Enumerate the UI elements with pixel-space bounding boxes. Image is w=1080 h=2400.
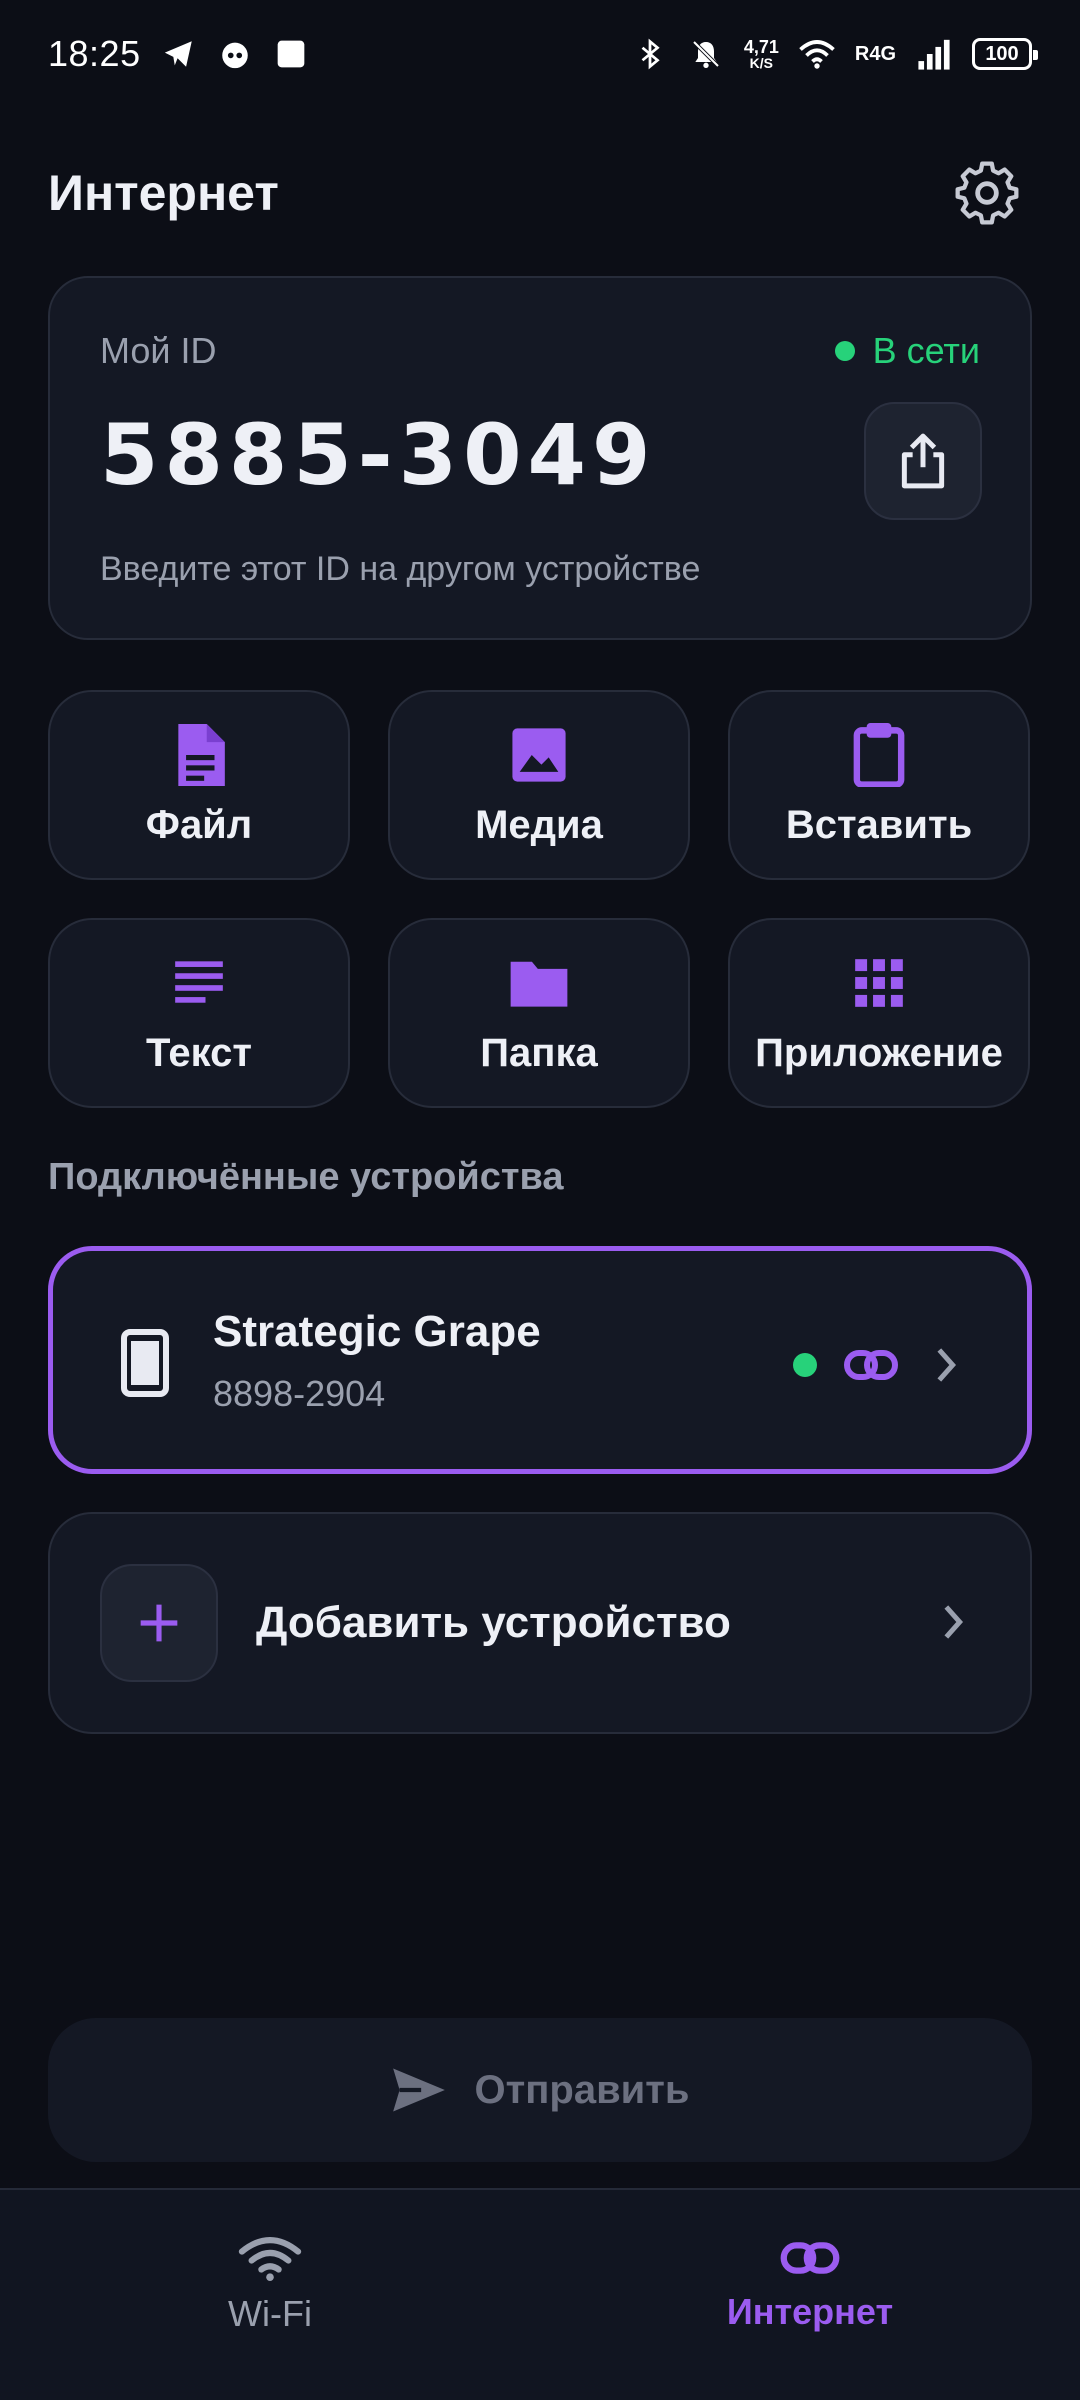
share-id-button[interactable] — [864, 402, 982, 520]
add-device-button[interactable]: Добавить устройство — [48, 1512, 1032, 1734]
signal-icon — [916, 36, 952, 72]
status-time: 18:25 — [48, 33, 141, 74]
link-icon — [780, 2242, 840, 2274]
add-device-plus — [100, 1564, 218, 1682]
id-hint-text: Введите этот ID на другом устройстве — [100, 550, 701, 588]
paste-button[interactable]: Вставить — [728, 690, 1030, 880]
chevron-right-icon — [944, 1605, 964, 1639]
battery-indicator: 100 — [972, 38, 1038, 70]
nav-wifi-label: Wi-Fi — [228, 2293, 312, 2334]
file-icon — [167, 723, 231, 787]
nav-internet-label: Интернет — [726, 2291, 894, 2332]
send-button[interactable]: Отправить — [48, 2018, 1032, 2162]
chevron-right-icon — [937, 1348, 957, 1382]
header: Интернет — [48, 148, 1032, 238]
device-online-dot-icon — [793, 1353, 817, 1377]
status-bar-right: 4,71 K/S R4G 100 — [632, 36, 1038, 72]
plus-icon — [140, 1604, 178, 1642]
media-button-label: Медиа — [475, 802, 603, 847]
paste-button-label: Вставить — [785, 802, 973, 847]
wifi-icon — [238, 2237, 302, 2281]
my-id-label: Мой ID — [100, 330, 217, 371]
folder-icon — [507, 951, 571, 1015]
phone-icon — [121, 1329, 169, 1397]
telegram-icon — [161, 36, 197, 72]
clipboard-icon — [847, 722, 911, 787]
media-button[interactable]: Медиа — [388, 690, 690, 880]
connected-device-card[interactable]: Strategic Grape 8898-2904 — [48, 1246, 1032, 1474]
network-speed-value: 4,71 — [743, 37, 779, 57]
status-bar-left: 18:25 — [48, 33, 309, 75]
nav-tab-internet[interactable]: Интернет — [540, 2190, 1080, 2400]
bluetooth-icon — [632, 36, 668, 72]
text-lines-icon — [167, 951, 231, 1015]
gear-icon — [955, 161, 1019, 225]
bottom-navigation: Wi-Fi Интернет — [0, 2188, 1080, 2400]
action-grid: Файл Медиа Вставить Текст Папка Приложен… — [48, 690, 1032, 1108]
send-label: Отправить — [474, 2067, 690, 2112]
my-id-card: Мой ID В сети 5885-3049 Введите этот ID … — [48, 276, 1032, 640]
folder-button-label: Папка — [480, 1030, 598, 1075]
image-icon — [507, 723, 571, 787]
online-dot-icon — [834, 341, 855, 361]
file-button[interactable]: Файл — [48, 690, 350, 880]
send-icon — [392, 2068, 445, 2112]
app-button-label: Приложение — [755, 1030, 1003, 1075]
square-notification-icon — [273, 36, 309, 72]
status-bar: 18:25 4,71 K/S R4G 100 — [0, 0, 1080, 108]
add-device-label: Добавить устройство — [256, 1598, 731, 1647]
nav-tab-wifi[interactable]: Wi-Fi — [0, 2190, 540, 2400]
my-id-value: 5885-3049 — [100, 406, 657, 504]
network-speed-unit: K/S — [749, 55, 774, 71]
connected-devices-title: Подключённые устройства — [48, 1156, 564, 1198]
online-status: В сети — [834, 330, 980, 372]
app-button[interactable]: Приложение — [728, 918, 1030, 1108]
apps-grid-icon — [847, 951, 911, 1015]
online-status-text: В сети — [872, 330, 980, 371]
bot-face-icon — [217, 36, 253, 72]
text-button-label: Текст — [145, 1030, 252, 1075]
device-id: 8898-2904 — [213, 1373, 386, 1414]
file-button-label: Файл — [145, 802, 253, 847]
bell-muted-icon — [688, 36, 724, 72]
settings-button[interactable] — [942, 148, 1032, 238]
page-title: Интернет — [48, 165, 279, 221]
network-type: R4G — [854, 42, 896, 65]
link-icon — [844, 1350, 898, 1380]
device-name: Strategic Grape — [213, 1307, 541, 1356]
wifi-status-icon — [799, 36, 835, 72]
text-button[interactable]: Текст — [48, 918, 350, 1108]
share-icon — [901, 433, 945, 489]
folder-button[interactable]: Папка — [388, 918, 690, 1108]
network-speed: 4,71 K/S — [744, 38, 779, 70]
